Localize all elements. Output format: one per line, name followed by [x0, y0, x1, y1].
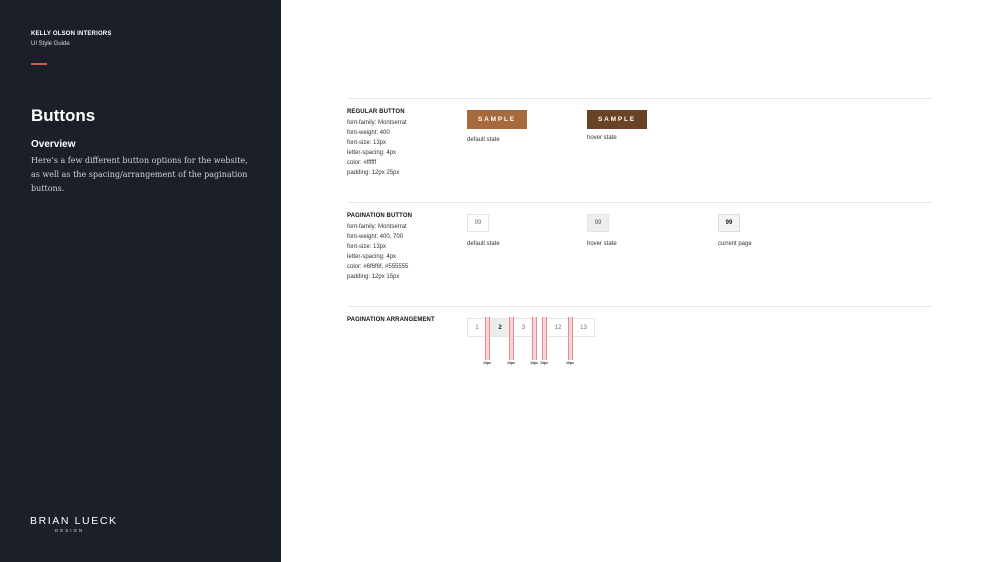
spec-title: PAGINATION ARRANGEMENT	[347, 317, 435, 323]
spacing-label: 10px	[507, 361, 515, 365]
pagination-button-hover[interactable]: 99	[587, 214, 609, 232]
designer-logo: BRIAN LUECK	[30, 515, 118, 527]
pagination-page-1[interactable]: 1	[467, 318, 487, 337]
regular-button-spec: REGULAR BUTTON font-family: Montserrat f…	[347, 107, 407, 178]
designer-logo-sub: DESIGN	[55, 528, 85, 533]
pagination-page-2[interactable]: 2	[489, 318, 511, 337]
state-label: hover state	[587, 135, 617, 141]
spec-line: padding: 12px 25px	[347, 170, 400, 176]
accent-divider	[31, 63, 47, 65]
state-label: hover state	[587, 241, 617, 247]
state-label: default state	[467, 241, 500, 247]
spec-title: PAGINATION BUTTON	[347, 213, 413, 219]
spec-title: REGULAR BUTTON	[347, 109, 405, 115]
spacing-label: 10px	[530, 361, 538, 365]
spec-line: font-family: Montserrat	[347, 224, 407, 230]
pagination-page-13[interactable]: 13	[572, 318, 595, 337]
sidebar: KELLY OLSON INTERIORS UI Style Guide But…	[0, 0, 281, 562]
pagination-button-spec: PAGINATION BUTTON font-family: Montserra…	[347, 211, 412, 282]
spec-line: letter-spacing: 4px	[347, 254, 397, 260]
section-divider	[347, 306, 933, 307]
pagination-button-default[interactable]: 99	[467, 214, 489, 232]
spacing-label: 10px	[483, 361, 491, 365]
pagination-arrangement-spec: PAGINATION ARRANGEMENT	[347, 315, 435, 326]
spec-line: font-weight: 400	[347, 130, 390, 136]
spacing-label: 10px	[540, 361, 548, 365]
section-divider	[347, 98, 933, 99]
overview-heading: Overview	[31, 139, 76, 150]
sample-button-default[interactable]: SAMPLE	[467, 110, 527, 129]
spec-line: color: #ffffff	[347, 160, 377, 166]
spec-line: font-size: 13px	[347, 244, 387, 250]
spacing-label: 10px	[566, 361, 574, 365]
pagination-page-3[interactable]: 3	[513, 318, 534, 337]
spacing-marker	[485, 317, 490, 360]
section-divider	[347, 202, 933, 203]
page-title: Buttons	[31, 106, 96, 125]
spec-line: font-family: Montserrat	[347, 120, 407, 126]
spacing-marker	[509, 317, 514, 360]
spec-line: color: #6f6f6f, #555555	[347, 264, 409, 270]
overview-text: Here’s a few different button options fo…	[31, 156, 248, 193]
state-label: default state	[467, 137, 500, 143]
spec-line: padding: 12px 15px	[347, 274, 400, 280]
spacing-marker	[568, 317, 573, 360]
spacing-marker	[532, 317, 537, 360]
spacing-marker	[542, 317, 547, 360]
pagination-page-12[interactable]: 12	[546, 318, 570, 337]
state-label: current page	[718, 241, 752, 247]
spec-line: font-size: 13px	[347, 140, 387, 146]
client-name: KELLY OLSON INTERIORS	[31, 31, 112, 37]
sample-button-hover[interactable]: SAMPLE	[587, 110, 647, 129]
spec-line: letter-spacing: 4px	[347, 150, 397, 156]
spec-line: font-weight: 400, 700	[347, 234, 404, 240]
document-subtitle: UI Style Guide	[31, 41, 70, 47]
pagination-button-current[interactable]: 99	[718, 214, 740, 232]
